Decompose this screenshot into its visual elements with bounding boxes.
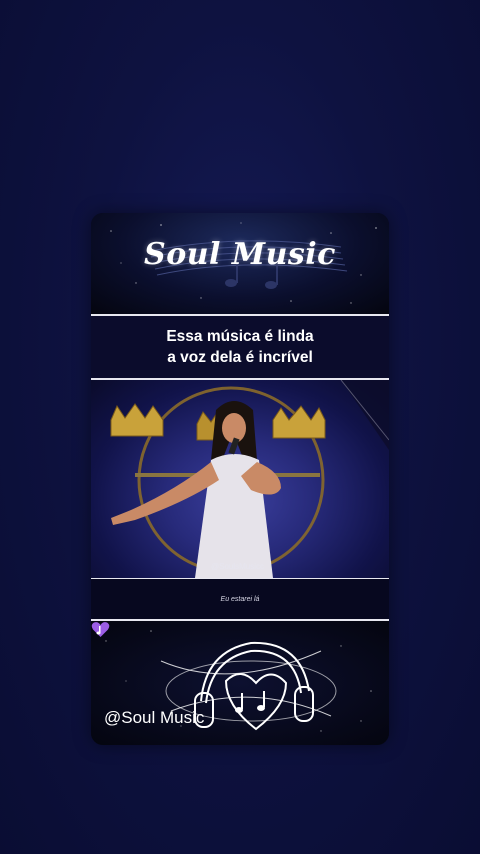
post-card: Soul Music Essa música é linda a voz del… bbox=[91, 213, 389, 745]
crown-right bbox=[272, 405, 326, 439]
crown-left bbox=[110, 403, 164, 437]
subtitle-box: Eu estarei lá bbox=[91, 579, 389, 619]
brand-header: Soul Music bbox=[91, 213, 389, 314]
caption-line-1: Essa música é linda bbox=[166, 328, 314, 345]
heart-music-icon bbox=[91, 622, 110, 637]
footer-handle: @Soul Music bbox=[104, 708, 205, 727]
brand-footer: @Soul Music bbox=[91, 621, 389, 745]
subtitle-text: Eu estarei lá bbox=[220, 595, 260, 603]
video-player[interactable]: @SoulsMusicc bbox=[91, 380, 389, 578]
video-frame bbox=[110, 380, 389, 578]
caption-line-2: a voz dela é incrível bbox=[167, 349, 313, 366]
caption-box: Essa música é linda a voz dela é incríve… bbox=[91, 316, 389, 378]
brand-title: Soul Music bbox=[144, 237, 336, 272]
video-watermark: @SoulsMusicc bbox=[211, 562, 265, 571]
